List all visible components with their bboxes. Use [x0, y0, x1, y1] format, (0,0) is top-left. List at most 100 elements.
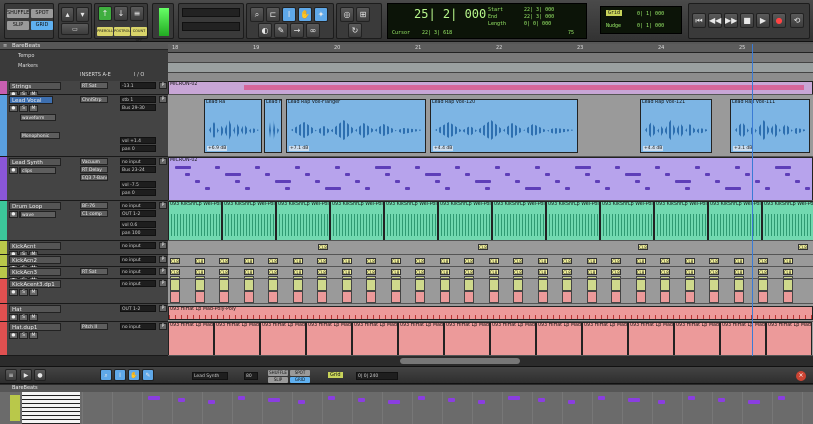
- clip-label[interactable]: CL8: [292, 258, 303, 264]
- kick-clip[interactable]: [709, 279, 719, 291]
- clip-label[interactable]: CL8: [366, 269, 376, 275]
- midi-tool-pencil-icon[interactable]: ✎: [142, 369, 154, 381]
- return-to-zero-icon[interactable]: ⏮: [692, 13, 706, 28]
- stop-icon[interactable]: ■: [740, 13, 754, 28]
- grabber-tool-icon[interactable]: ✋: [298, 7, 312, 22]
- midi-value-field[interactable]: 80: [244, 372, 258, 380]
- midi-note-grid[interactable]: [82, 392, 813, 424]
- tempo-value[interactable]: 75: [568, 30, 574, 36]
- clip-label[interactable]: CL8: [537, 269, 548, 275]
- track-view-select[interactable]: waveform: [20, 114, 56, 121]
- io-output[interactable]: Bus 23-24: [120, 166, 156, 173]
- insert-slot[interactable]: EQ3 7-Band: [80, 174, 108, 181]
- track-header[interactable]: Lead Synth●SMclipsVacuumRT DelayEQ3 7-Ba…: [0, 157, 168, 201]
- clip-label[interactable]: CL8: [292, 269, 303, 275]
- play-icon[interactable]: ▶: [756, 13, 770, 28]
- clip-label[interactable]: CL8: [635, 258, 646, 264]
- horizontal-scrollbar[interactable]: [168, 356, 813, 366]
- clip-label[interactable]: CL8: [390, 258, 401, 264]
- zoom-out-icon[interactable]: ▾: [76, 7, 89, 22]
- kick-clip[interactable]: [660, 279, 670, 291]
- track-header[interactable]: Drum Loop●SMwaveBF-76C1 compno inputOUT …: [0, 201, 168, 241]
- clip-label[interactable]: CL8: [194, 258, 205, 264]
- clip-label[interactable]: CL8: [798, 244, 808, 250]
- record-tool-icon[interactable]: ≡: [130, 6, 144, 21]
- insert-slot[interactable]: RT Delay: [80, 166, 108, 173]
- accent-clip[interactable]: [415, 291, 425, 303]
- volume-value[interactable]: vol -7.5: [120, 181, 156, 188]
- mute-button[interactable]: M: [29, 289, 38, 296]
- audio-clip[interactable]: 093 HiHat Lp Mad-Poly-Poly: [214, 322, 260, 355]
- nudge-value[interactable]: 0| 1| 000: [637, 23, 664, 29]
- trim-tool-icon[interactable]: ⊏: [266, 7, 280, 22]
- pencil-tool-icon[interactable]: ✎: [274, 23, 288, 38]
- zoom-in-icon[interactable]: ▴: [61, 7, 74, 22]
- clip-label[interactable]: CL8: [684, 258, 695, 264]
- clip-label[interactable]: CL8: [684, 269, 695, 275]
- record-arm-button[interactable]: ●: [9, 332, 18, 339]
- kick-clip[interactable]: [170, 279, 180, 291]
- track-header[interactable]: Hat.dup1 ● S M Pitch II no input P: [0, 322, 168, 356]
- midi-tool-select-icon[interactable]: I: [114, 369, 126, 381]
- start-value[interactable]: 22| 3| 000: [524, 7, 554, 13]
- accent-clip[interactable]: [194, 291, 205, 303]
- clip-label[interactable]: CL8: [415, 258, 425, 264]
- midi-clip[interactable]: MICRON-02: [168, 157, 813, 200]
- midi-slip-button[interactable]: SLIP: [268, 377, 288, 383]
- smart-tool-icon[interactable]: ✦: [314, 7, 328, 22]
- audio-clip[interactable]: 093 HiHat Lp Mad-Poly-Poly: [306, 322, 352, 355]
- solo-button[interactable]: S: [19, 314, 28, 321]
- end-value[interactable]: 22| 3| 000: [524, 14, 554, 20]
- clip-label[interactable]: CL8: [782, 269, 793, 275]
- track-header[interactable]: KickAcn3●SMRT Satno inputP: [0, 267, 168, 284]
- accent-clip[interactable]: [635, 291, 646, 303]
- accent-clip[interactable]: [488, 291, 499, 303]
- clip-label[interactable]: CL8: [733, 258, 744, 264]
- audio-clip[interactable]: 093 HiHat Lp Mad-Poly-Poly: [168, 322, 214, 355]
- panel-toggle-icon[interactable]: P: [159, 96, 167, 103]
- io-input[interactable]: no input: [120, 202, 156, 209]
- clip-label[interactable]: CL8: [268, 269, 278, 275]
- accent-clip[interactable]: [390, 291, 401, 303]
- audio-clip[interactable]: Lead Rap Vox-120 +4.4 dB: [430, 99, 578, 153]
- zoom-preset-icon[interactable]: ▭: [61, 23, 89, 35]
- accent-clip[interactable]: [758, 291, 768, 303]
- clip-label[interactable]: CL8: [243, 258, 254, 264]
- insert-slot[interactable]: C1 comp: [80, 210, 108, 217]
- clip-label[interactable]: CL8: [758, 269, 768, 275]
- midi-note[interactable]: [478, 400, 485, 404]
- midi-note[interactable]: [298, 400, 305, 404]
- online-icon[interactable]: ◎: [340, 7, 354, 22]
- accent-clip[interactable]: [366, 291, 376, 303]
- record-arm-button[interactable]: ●: [9, 289, 18, 296]
- kick-clip[interactable]: [292, 279, 303, 291]
- grid-value[interactable]: 0| 1| 000: [637, 11, 664, 17]
- audio-clip[interactable]: 093 KikSnrLp Wel-Poly-Poly: [168, 201, 222, 240]
- accent-clip[interactable]: [562, 291, 572, 303]
- record-arm-button[interactable]: ●: [9, 211, 18, 218]
- kick-clip[interactable]: [586, 279, 597, 291]
- track-name[interactable]: KickAcn2: [9, 256, 61, 264]
- shuffle-mode-button[interactable]: SHUFFLE: [7, 9, 29, 18]
- audio-clip[interactable]: 093 HiHat Lp Mad-Poly-Poly: [260, 322, 306, 355]
- clip-label[interactable]: CL8: [341, 258, 352, 264]
- track-name[interactable]: KickAcent3.dp1: [9, 280, 61, 288]
- io-input[interactable]: no input: [120, 280, 156, 287]
- kick-clip[interactable]: [219, 279, 229, 291]
- clip-label[interactable]: CL8: [390, 269, 401, 275]
- audio-clip[interactable]: Lead F: [264, 99, 282, 153]
- track-header[interactable]: Strings●SMRT Sat-13.1P: [0, 81, 168, 98]
- accent-clip[interactable]: [439, 291, 450, 303]
- audio-clip[interactable]: 093 KikSnrLp Wel-Poly-Poly: [762, 201, 813, 240]
- accent-clip[interactable]: [292, 291, 303, 303]
- clip-label[interactable]: CL8: [782, 258, 793, 264]
- clip-label[interactable]: CL8: [660, 269, 670, 275]
- kick-clip[interactable]: [243, 279, 254, 291]
- clip-label[interactable]: CL8: [660, 258, 670, 264]
- io-input[interactable]: no input: [120, 323, 156, 330]
- io-input[interactable]: OUT 1-2: [120, 305, 156, 312]
- midi-close-icon[interactable]: ×: [796, 371, 806, 381]
- audio-clip[interactable]: 093 KikSnrLp Wel-Poly-Poly: [492, 201, 546, 240]
- kick-clip[interactable]: [513, 279, 523, 291]
- loop-icon[interactable]: ↻: [348, 23, 362, 38]
